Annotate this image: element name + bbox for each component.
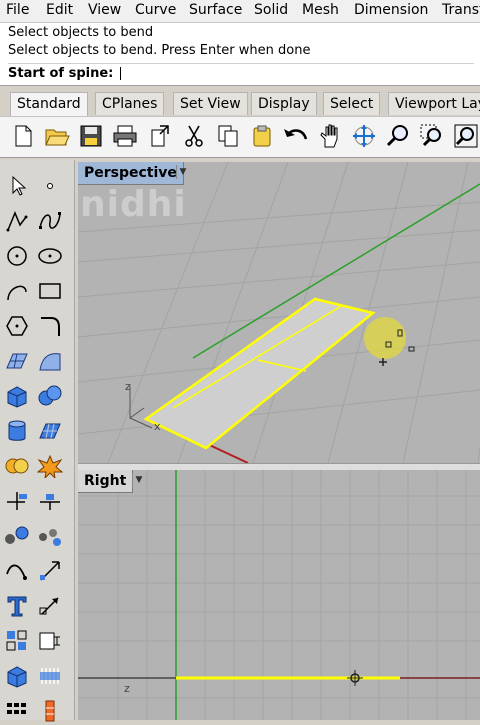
rectangle-icon[interactable] (36, 277, 64, 305)
command-prompt: Start of spine: (8, 66, 114, 81)
menu-mesh[interactable]: Mesh (302, 0, 339, 18)
control-points-icon[interactable] (36, 697, 64, 725)
explode-icon[interactable] (36, 452, 64, 480)
tab-display[interactable]: Display (251, 92, 317, 115)
surface-edge-icon[interactable] (36, 347, 64, 375)
split-icon[interactable] (36, 487, 64, 515)
select-arrow-icon[interactable] (3, 172, 31, 200)
menu-dimension[interactable]: Dimension (354, 0, 428, 18)
zoom-icon[interactable] (384, 122, 412, 150)
new-icon[interactable] (9, 122, 37, 150)
tab-viewport-layout[interactable]: Viewport Layo (388, 92, 480, 115)
menu-view[interactable]: View (88, 0, 121, 18)
tab-cplanes[interactable]: CPlanes (95, 92, 165, 115)
viewport-menu-arrow-icon[interactable]: ▼ (132, 473, 145, 487)
axis-z-label: z (125, 380, 131, 393)
viewport-menu-arrow-icon[interactable]: ▼ (176, 165, 189, 179)
pan-icon[interactable] (316, 122, 344, 150)
ellipse-icon[interactable] (36, 242, 64, 270)
polyline-icon[interactable] (3, 207, 31, 235)
zoom-extents-icon[interactable] (452, 122, 480, 150)
tab-set-view[interactable]: Set View (173, 92, 248, 115)
right-grid: z (78, 470, 480, 720)
watermark: nidhi (80, 184, 187, 225)
menu-solid[interactable]: Solid (254, 0, 288, 18)
perspective-viewport-title[interactable]: Perspective (78, 162, 184, 185)
cut-icon[interactable] (180, 122, 208, 150)
rotate-view-icon[interactable] (350, 122, 378, 150)
polygon-icon[interactable] (3, 312, 31, 340)
curve-from-object-icon[interactable] (3, 557, 31, 585)
project-icon[interactable] (36, 557, 64, 585)
command-history-line: Select objects to bend. Press Enter when… (8, 43, 311, 58)
menu-curve[interactable]: Curve (135, 0, 176, 18)
circle-icon[interactable] (3, 242, 31, 270)
tab-select[interactable]: Select (323, 92, 381, 115)
tab-standard[interactable]: Standard (10, 92, 88, 117)
open-icon[interactable] (43, 122, 71, 150)
axis-x-label: x (154, 420, 161, 433)
loft-icon[interactable] (3, 522, 31, 550)
sphere-icon[interactable] (36, 382, 64, 410)
revolve-icon[interactable] (36, 522, 64, 550)
command-line[interactable]: Start of spine: (8, 63, 474, 81)
undo-icon[interactable] (282, 122, 310, 150)
right-viewport[interactable]: z Right ▼ (78, 470, 480, 720)
fillet-curve-icon[interactable] (36, 312, 64, 340)
group-icon[interactable] (36, 627, 64, 655)
surface-points-icon[interactable] (3, 347, 31, 375)
text-icon[interactable] (3, 592, 31, 620)
standard-toolbar (0, 116, 480, 158)
zoom-window-icon[interactable] (418, 122, 446, 150)
arc-icon[interactable] (3, 277, 31, 305)
import-icon[interactable] (146, 122, 174, 150)
text-caret (119, 67, 121, 80)
copy-icon[interactable] (214, 122, 242, 150)
toolbar-tabs: Standard CPlanes Set View Display Select… (0, 92, 480, 117)
menu-edit[interactable]: Edit (46, 0, 73, 18)
right-viewport-title[interactable]: Right (78, 470, 134, 493)
command-area: Select objects to bend Select objects to… (0, 23, 480, 86)
boolean-icon[interactable] (3, 452, 31, 480)
block-icon[interactable] (36, 662, 64, 690)
menu-transform[interactable]: Transf (442, 0, 480, 18)
box-icon[interactable] (3, 382, 31, 410)
curve-icon[interactable] (36, 207, 64, 235)
left-toolbar (0, 160, 75, 722)
print-icon[interactable] (111, 122, 139, 150)
save-icon[interactable] (77, 122, 105, 150)
network-surface-icon[interactable] (36, 417, 64, 445)
axis-z-label: z (124, 682, 130, 695)
menu-bar: File Edit View Curve Surface Solid Mesh … (0, 0, 480, 23)
menu-surface[interactable]: Surface (189, 0, 242, 18)
dimension-icon[interactable] (36, 592, 64, 620)
menu-file[interactable]: File (6, 0, 29, 18)
trim-icon[interactable] (3, 487, 31, 515)
mesh-icon[interactable] (3, 662, 31, 690)
array-icon[interactable] (3, 627, 31, 655)
cylinder-icon[interactable] (3, 417, 31, 445)
paste-icon[interactable] (248, 122, 276, 150)
grid-icon[interactable] (3, 697, 31, 725)
point-icon[interactable] (36, 172, 64, 200)
command-history-line: Select objects to bend (8, 25, 154, 40)
